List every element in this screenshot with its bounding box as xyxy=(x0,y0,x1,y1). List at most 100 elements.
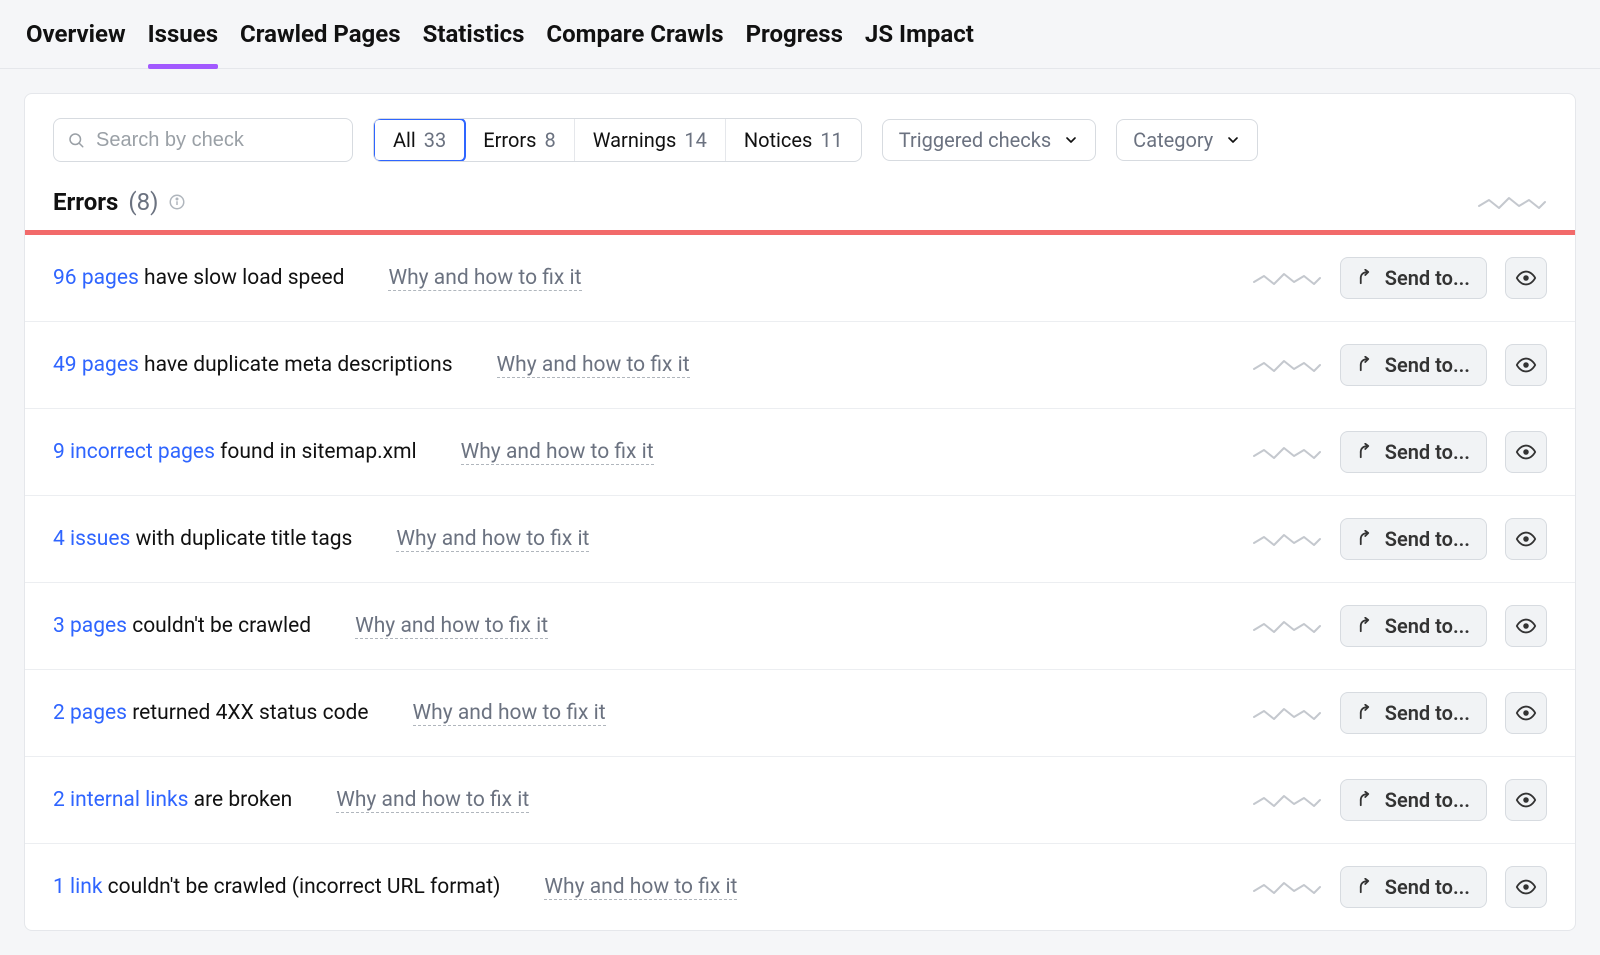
row-actions: Send to... xyxy=(1252,779,1547,821)
filter-count: 11 xyxy=(820,128,842,152)
share-icon xyxy=(1357,704,1375,722)
nav-tab-overview[interactable]: Overview xyxy=(26,20,126,68)
nav-tab-js-impact[interactable]: JS Impact xyxy=(865,20,974,68)
chevron-down-icon xyxy=(1063,132,1079,148)
nav-tab-statistics[interactable]: Statistics xyxy=(423,20,525,68)
search-icon xyxy=(67,131,85,149)
issue-count-link[interactable]: 3 pages xyxy=(53,614,127,638)
sparkline-icon xyxy=(1252,703,1322,723)
issue-text: 2 pages returned 4XX status code xyxy=(53,701,369,725)
filter-notices[interactable]: Notices 11 xyxy=(726,119,861,161)
share-icon xyxy=(1357,791,1375,809)
sparkline-icon xyxy=(1252,616,1322,636)
nav-tab-progress[interactable]: Progress xyxy=(746,20,843,68)
filter-label: Errors xyxy=(483,128,536,152)
row-actions: Send to... xyxy=(1252,257,1547,299)
view-button[interactable] xyxy=(1505,692,1547,734)
issue-count-link[interactable]: 1 link xyxy=(53,875,102,899)
fix-link[interactable]: Why and how to fix it xyxy=(336,788,529,813)
send-to-label: Send to... xyxy=(1385,788,1470,812)
view-button[interactable] xyxy=(1505,344,1547,386)
issue-description: are broken xyxy=(188,788,292,812)
send-to-button[interactable]: Send to... xyxy=(1340,518,1487,560)
filter-count: 33 xyxy=(424,128,446,152)
fix-link[interactable]: Why and how to fix it xyxy=(461,440,654,465)
issue-description: couldn't be crawled xyxy=(127,614,311,638)
issue-text: 96 pages have slow load speed xyxy=(53,266,344,290)
triggered-checks-label: Triggered checks xyxy=(899,128,1051,152)
issue-row: 1 link couldn't be crawled (incorrect UR… xyxy=(25,844,1575,930)
send-to-label: Send to... xyxy=(1385,614,1470,638)
send-to-button[interactable]: Send to... xyxy=(1340,257,1487,299)
issue-text: 9 incorrect pages found in sitemap.xml xyxy=(53,440,417,464)
issue-list: 96 pages have slow load speed Why and how… xyxy=(25,235,1575,930)
send-to-button[interactable]: Send to... xyxy=(1340,605,1487,647)
top-nav: Overview Issues Crawled Pages Statistics Com… xyxy=(0,0,1600,69)
issue-count-link[interactable]: 4 issues xyxy=(53,527,130,551)
issue-text: 1 link couldn't be crawled (incorrect UR… xyxy=(53,875,500,899)
issue-count-link[interactable]: 96 pages xyxy=(53,266,139,290)
row-actions: Send to... xyxy=(1252,692,1547,734)
fix-link[interactable]: Why and how to fix it xyxy=(497,353,690,378)
filter-count: 8 xyxy=(545,128,556,152)
fix-link[interactable]: Why and how to fix it xyxy=(396,527,589,552)
filter-label: All xyxy=(393,128,416,152)
info-icon[interactable] xyxy=(168,193,186,211)
toolbar: All 33 Errors 8 Warnings14 Notices 11 Triggere… xyxy=(25,94,1575,162)
section-title-text: Errors xyxy=(53,188,118,216)
filter-errors[interactable]: Errors 8 xyxy=(465,119,574,161)
filter-label: Notices xyxy=(744,128,812,152)
view-button[interactable] xyxy=(1505,431,1547,473)
sparkline-icon xyxy=(1252,442,1322,462)
issue-description: returned 4XX status code xyxy=(127,701,369,725)
share-icon xyxy=(1357,269,1375,287)
fix-link[interactable]: Why and how to fix it xyxy=(544,875,737,900)
search-wrap xyxy=(53,118,353,162)
issue-row: 4 issues with duplicate title tags Why an… xyxy=(25,496,1575,583)
issue-count-link[interactable]: 2 pages xyxy=(53,701,127,725)
sparkline-icon xyxy=(1252,790,1322,810)
nav-tab-issues[interactable]: Issues xyxy=(148,20,218,68)
issue-description: found in sitemap.xml xyxy=(215,440,417,464)
category-dropdown[interactable]: Category xyxy=(1116,119,1258,161)
view-button[interactable] xyxy=(1505,257,1547,299)
filter-warnings[interactable]: Warnings14 xyxy=(575,119,726,161)
section-count: (8) xyxy=(128,188,158,216)
issue-count-link[interactable]: 49 pages xyxy=(53,353,139,377)
triggered-checks-dropdown[interactable]: Triggered checks xyxy=(882,119,1096,161)
eye-icon xyxy=(1515,267,1537,289)
nav-tab-crawled-pages[interactable]: Crawled Pages xyxy=(240,20,401,68)
issue-text: 3 pages couldn't be crawled xyxy=(53,614,311,638)
issue-row: 2 internal links are broken Why and how t… xyxy=(25,757,1575,844)
nav-tab-compare-crawls[interactable]: Compare Crawls xyxy=(546,20,723,68)
view-button[interactable] xyxy=(1505,518,1547,560)
view-button[interactable] xyxy=(1505,605,1547,647)
share-icon xyxy=(1357,530,1375,548)
issue-count-link[interactable]: 9 incorrect pages xyxy=(53,440,215,464)
search-input[interactable] xyxy=(53,118,353,162)
send-to-label: Send to... xyxy=(1385,266,1470,290)
filter-count: 14 xyxy=(684,128,706,152)
view-button[interactable] xyxy=(1505,866,1547,908)
issue-description: with duplicate title tags xyxy=(130,527,352,551)
issue-row: 96 pages have slow load speed Why and how… xyxy=(25,235,1575,322)
send-to-button[interactable]: Send to... xyxy=(1340,692,1487,734)
view-button[interactable] xyxy=(1505,779,1547,821)
send-to-button[interactable]: Send to... xyxy=(1340,866,1487,908)
issue-row: 2 pages returned 4XX status code Why and … xyxy=(25,670,1575,757)
share-icon xyxy=(1357,878,1375,896)
row-actions: Send to... xyxy=(1252,431,1547,473)
fix-link[interactable]: Why and how to fix it xyxy=(413,701,606,726)
share-icon xyxy=(1357,356,1375,374)
filter-all[interactable]: All 33 xyxy=(373,118,466,162)
issue-description: couldn't be crawled (incorrect URL forma… xyxy=(102,875,500,899)
issue-description: have slow load speed xyxy=(139,266,345,290)
issue-count-link[interactable]: 2 internal links xyxy=(53,788,188,812)
fix-link[interactable]: Why and how to fix it xyxy=(355,614,548,639)
issue-row: 49 pages have duplicate meta description… xyxy=(25,322,1575,409)
sparkline-icon xyxy=(1477,192,1547,212)
fix-link[interactable]: Why and how to fix it xyxy=(388,266,581,291)
send-to-button[interactable]: Send to... xyxy=(1340,431,1487,473)
send-to-button[interactable]: Send to... xyxy=(1340,779,1487,821)
send-to-button[interactable]: Send to... xyxy=(1340,344,1487,386)
